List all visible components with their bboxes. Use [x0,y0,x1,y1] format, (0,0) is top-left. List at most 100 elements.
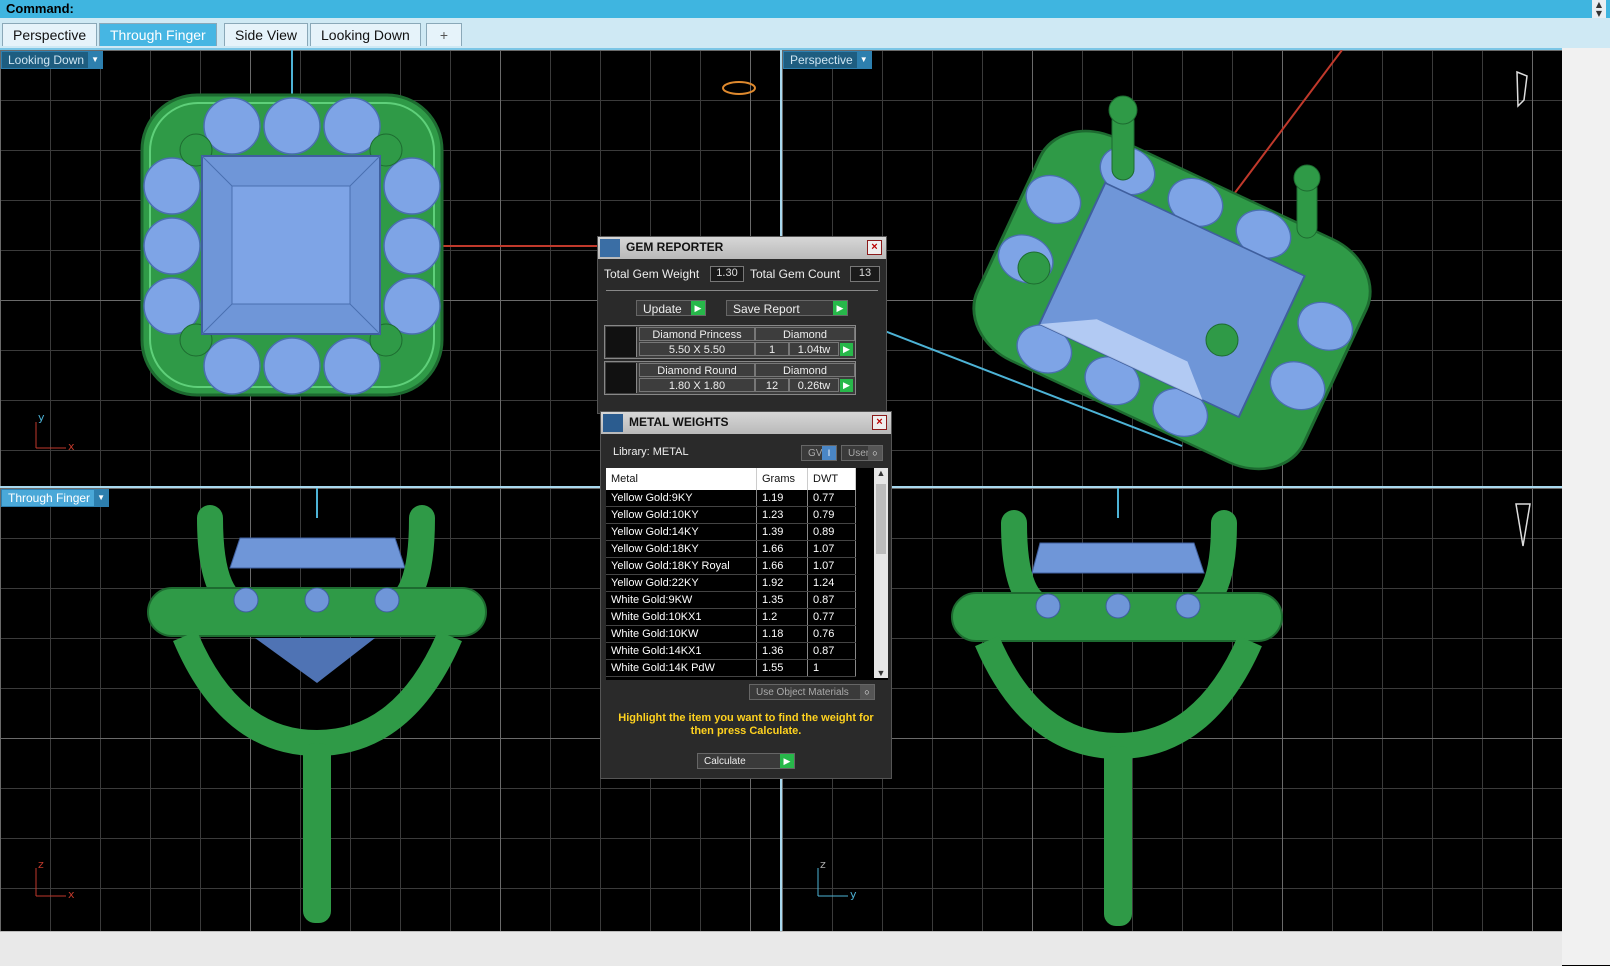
metal-grams: 1.35 [756,591,808,609]
command-scroll[interactable]: ▲ ▼ [1592,0,1606,18]
metal-grams: 1.19 [756,490,808,507]
viewport-label-perspective[interactable]: Perspective ▼ [783,51,872,69]
tab-perspective[interactable]: Perspective [2,23,98,46]
gem-size: 5.50 X 5.50 [639,342,755,356]
toggle-icon: I [822,446,836,460]
metal-dwt: 1.24 [807,574,856,592]
metal-grams: 1.36 [756,642,808,660]
gem-reporter-icon [600,239,620,257]
gem-count: 12 [755,378,789,392]
metal-dwt: 0.77 [807,608,856,626]
metal-dwt: 0.89 [807,523,856,541]
metal-grams: 1.92 [756,574,808,592]
close-icon[interactable]: × [872,415,887,430]
metal-row[interactable]: Yellow Gold:9KY 1.19 0.77 [606,490,856,507]
update-button[interactable]: Update ▶ [636,300,706,316]
ring-perspective-view [881,50,1528,471]
metal-weights-title: METAL WEIGHTS [629,415,729,429]
metal-dwt: 0.77 [807,490,856,507]
metal-name: White Gold:10KW [606,625,757,643]
metal-name: Yellow Gold:9KY [606,490,757,507]
tab-looking-down[interactable]: Looking Down [310,23,421,46]
total-gem-count-label: Total Gem Count [750,267,841,281]
tab-side-view[interactable]: Side View [224,23,309,46]
viewport-perspective[interactable]: Perspective ▼ [782,50,1562,486]
hint-text: Highlight the item you want to find the … [618,712,874,737]
scroll-thumb[interactable] [876,484,886,554]
metal-row[interactable]: White Gold:14KX1 1.36 0.87 [606,642,856,660]
library-label: Library: METAL [613,446,689,458]
play-icon: ▶ [691,301,705,315]
play-icon[interactable]: ▶ [840,379,853,392]
chevron-down-icon[interactable]: ▼ [88,52,103,68]
command-bar[interactable]: Command: ▲ ▼ [0,0,1610,18]
metal-name: Yellow Gold:10KY [606,506,757,524]
axis-label-v: z [38,858,44,871]
metal-row[interactable]: Yellow Gold:18KY Royal 1.66 1.07 [606,557,856,575]
gv-toggle[interactable]: GV I [801,445,837,461]
metal-name: White Gold:14KX1 [606,642,757,660]
metal-row[interactable]: White Gold:10KX1 1.2 0.77 [606,608,856,626]
metal-row[interactable]: Yellow Gold:10KY 1.23 0.79 [606,506,856,524]
metal-weights-titlebar[interactable]: METAL WEIGHTS × [601,412,891,434]
viewport-side-view[interactable]: z y [782,488,1562,931]
round-gem-icon [606,363,637,393]
right-sidebar [1562,48,1610,965]
col-dwt[interactable]: DWT [807,468,856,490]
axis-label-v: y [38,411,45,424]
total-gem-weight-value: 1.30 [710,266,744,282]
metal-dwt: 1 [807,659,856,677]
axis-label-h: y [850,888,857,901]
calculate-button[interactable]: Calculate ▶ [697,753,795,769]
use-object-materials-toggle[interactable]: Use Object Materials ○ [749,684,875,700]
user-toggle[interactable]: User ○ [841,445,883,461]
scroll-down-icon[interactable]: ▼ [874,668,888,678]
col-metal[interactable]: Metal [606,468,757,490]
metal-dwt: 0.87 [807,591,856,609]
metal-grams: 1.55 [756,659,808,677]
metal-grams: 1.2 [756,608,808,626]
play-icon: ▶ [780,754,794,768]
metal-row[interactable]: White Gold:14K PdW 1.55 1 [606,659,856,677]
save-report-button[interactable]: Save Report ▶ [726,300,848,316]
viewport-label-through-finger[interactable]: Through Finger ▼ [1,489,110,507]
tab-through-finger[interactable]: Through Finger [99,23,217,46]
divider [606,290,878,291]
add-tab-button[interactable]: + [426,23,462,46]
metal-row[interactable]: Yellow Gold:22KY 1.92 1.24 [606,574,856,592]
metal-row[interactable]: Yellow Gold:14KY 1.39 0.89 [606,523,856,541]
metal-name: Yellow Gold:22KY [606,574,757,592]
metal-weights-panel: METAL WEIGHTS × Library: METAL GV I User ○… [600,411,892,779]
metal-name: Yellow Gold:18KY [606,540,757,558]
gem-row[interactable]: Diamond Princess Diamond 5.50 X 5.50 1 1… [604,325,856,359]
viewport-label-looking-down[interactable]: Looking Down ▼ [1,51,104,69]
gem-row[interactable]: Diamond Round Diamond 1.80 X 1.80 12 0.2… [604,361,856,395]
close-icon[interactable]: × [867,240,882,255]
gem-reporter-title: GEM REPORTER [626,240,724,254]
viewport-tab-bar: Perspective Through Finger Side View Loo… [0,18,1610,50]
axis-label-h: x [68,440,75,453]
gem-size: 1.80 X 1.80 [639,378,755,392]
metal-row[interactable]: White Gold:9KW 1.35 0.87 [606,591,856,609]
metal-table-container[interactable]: Metal Grams DWT Yellow Gold:9KY 1.19 0.77 Y… [606,468,888,680]
gem-count: 1 [755,342,789,356]
metal-row[interactable]: White Gold:10KW 1.18 0.76 [606,625,856,643]
gem-reporter-titlebar[interactable]: GEM REPORTER × [598,237,886,259]
metal-name: White Gold:10KX1 [606,608,757,626]
gem-shape: Diamond Round [639,363,755,377]
metal-grams: 1.39 [756,523,808,541]
gem-weight: 0.26tw [789,378,839,392]
status-bar [0,931,1562,966]
chevron-down-icon[interactable]: ▼ [856,52,871,68]
col-grams[interactable]: Grams [756,468,808,490]
chevron-down-icon[interactable]: ▼ [94,490,109,506]
play-icon[interactable]: ▶ [840,343,853,356]
scroll-up-icon[interactable]: ▲ [874,468,888,482]
princess-gem-icon [606,327,637,357]
gem-material: Diamond [755,363,855,377]
table-scrollbar[interactable]: ▲ ▼ [874,468,888,678]
metal-grams: 1.66 [756,540,808,558]
metal-row[interactable]: Yellow Gold:18KY 1.66 1.07 [606,540,856,558]
metal-name: Yellow Gold:14KY [606,523,757,541]
metal-dwt: 0.87 [807,642,856,660]
